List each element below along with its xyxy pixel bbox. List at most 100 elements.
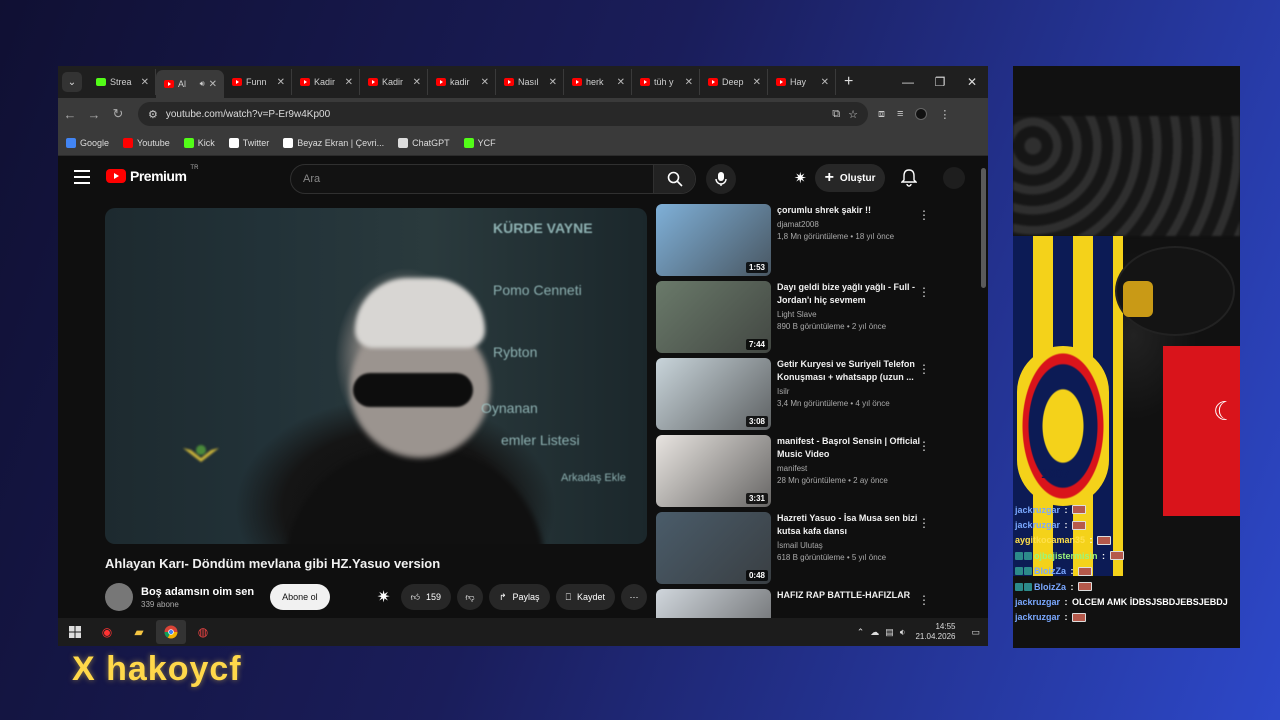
recommendation-thumbnail[interactable]: 7:44 [656, 281, 771, 353]
profile-avatar[interactable] [915, 108, 928, 120]
gear-icon[interactable]: ✷ [373, 587, 395, 607]
notifications-bell-icon[interactable] [901, 169, 918, 187]
dislike-button[interactable]: 👎︎ [457, 584, 483, 610]
chrome-icon[interactable] [156, 620, 186, 644]
new-tab-button[interactable]: + [844, 73, 853, 91]
recommendation-title[interactable]: Dayı geldi bize yağlı yağlı - Full - Jor… [777, 281, 927, 307]
recommendation-item[interactable]: 1:53 çorumlu shrek şakir !! djamat2008 1,8 … [656, 204, 972, 281]
browser-tab[interactable]: Al 🔊︎ ✕ [156, 70, 224, 98]
recommendation-channel[interactable]: İsmail Ulutaş [777, 541, 927, 550]
close-window-icon[interactable]: ✕ [956, 66, 988, 98]
recommendation-thumbnail[interactable]: 0:48 [656, 512, 771, 584]
recommendation-title[interactable]: manifest - Başrol Sensin | Official Musi… [777, 435, 927, 461]
browser-tab[interactable]: kadir ✕ [428, 69, 496, 95]
scrollbar-thumb[interactable] [981, 168, 986, 288]
gear-icon[interactable]: ✷ [794, 169, 807, 187]
save-button[interactable]: ⎕ Kaydet [555, 584, 615, 610]
account-avatar[interactable] [943, 167, 966, 189]
bookmark-item[interactable]: Beyaz Ekran | Çevri... [283, 137, 384, 148]
recommendation-channel[interactable]: manifest [777, 464, 927, 473]
windows-start-icon[interactable] [60, 620, 90, 644]
recommendation-title[interactable]: HAFIZ RAP BATTLE-HAFIZLAR [777, 589, 927, 602]
minimize-icon[interactable]: — [892, 66, 924, 98]
browser-tab[interactable]: Strea ✕ [88, 69, 156, 95]
browser-tab[interactable]: Kadir ✕ [292, 69, 360, 95]
tab-close-icon[interactable]: ✕ [617, 77, 625, 88]
more-vertical-icon[interactable]: ⋮ [918, 439, 930, 453]
search-input[interactable] [291, 165, 653, 193]
bookmark-star-icon[interactable]: ☆ [848, 108, 858, 121]
browser-tab[interactable]: Nasıl ✕ [496, 69, 564, 95]
channel-avatar[interactable] [105, 583, 133, 611]
channel-name[interactable]: Boş adamsın oim sen [141, 586, 254, 598]
like-button[interactable]: 👍︎ 159 [400, 584, 451, 610]
tab-close-icon[interactable]: ✕ [209, 79, 217, 90]
browser-tab[interactable]: herk ✕ [564, 69, 632, 95]
recommendation-channel[interactable]: djamat2008 [777, 220, 927, 229]
tab-close-icon[interactable]: ✕ [549, 77, 557, 88]
video-player[interactable]: KÜRDE VAYNE Pomo Cenneti Rybton Oynanan … [105, 208, 647, 544]
voice-search-button[interactable] [706, 164, 736, 194]
recommendation-item[interactable]: 3:08 Getir Kuryesi ve Suriyeli Telefon Ko… [656, 358, 972, 435]
cloud-icon[interactable]: ☁ [870, 627, 879, 638]
menu-icon[interactable]: ⋮ [939, 108, 950, 121]
reload-icon[interactable]: ↻ [106, 106, 130, 122]
media-icon[interactable]: ≡ [897, 108, 903, 120]
install-app-icon[interactable]: ⧉ [832, 108, 840, 121]
address-bar[interactable]: ⚙ youtube.com/watch?v=P-Er9w4Kp00 ⧉ ☆ [138, 102, 868, 126]
maximize-icon[interactable]: ❐ [924, 66, 956, 98]
more-vertical-icon[interactable]: ⋮ [918, 593, 930, 607]
tab-close-icon[interactable]: ✕ [277, 77, 285, 88]
recommendation-title[interactable]: Hazreti Yasuo - İsa Musa sen bizi kutsa … [777, 512, 927, 538]
browser-tab[interactable]: Deep ✕ [700, 69, 768, 95]
tab-close-icon[interactable]: ✕ [413, 77, 421, 88]
bookmark-item[interactable]: ChatGPT [398, 137, 450, 148]
browser-tab[interactable]: tüh y ✕ [632, 69, 700, 95]
create-button[interactable]: + Oluştur [814, 164, 886, 192]
extensions-icon[interactable]: ⧈ [878, 108, 885, 121]
forward-icon[interactable]: → [82, 107, 106, 122]
more-vertical-icon[interactable]: ⋮ [918, 208, 930, 222]
scrollbar[interactable] [980, 156, 986, 618]
browser-tab[interactable]: Kadir ✕ [360, 69, 428, 95]
bookmark-item[interactable]: Google [66, 137, 109, 148]
subscribe-button[interactable]: Abone ol [270, 584, 330, 610]
tab-close-icon[interactable]: ✕ [141, 77, 149, 88]
tab-close-icon[interactable]: ✕ [481, 77, 489, 88]
recommendation-title[interactable]: Getir Kuryesi ve Suriyeli Telefon Konuşm… [777, 358, 927, 384]
recommendation-item[interactable]: 0:48 Hazreti Yasuo - İsa Musa sen bizi ku… [656, 512, 972, 589]
browser-tab[interactable]: Hay ✕ [768, 69, 836, 95]
back-icon[interactable]: ← [58, 107, 82, 122]
tab-close-icon[interactable]: ✕ [821, 77, 829, 88]
tab-search-button[interactable]: ⌄ [62, 72, 82, 92]
bookmark-item[interactable]: Youtube [123, 137, 170, 148]
search-button[interactable] [653, 165, 695, 193]
volume-icon[interactable]: 🔉︎ [900, 627, 906, 638]
more-vertical-icon[interactable]: ⋮ [918, 285, 930, 299]
clock[interactable]: 14:55 21.04.2026 [915, 622, 955, 642]
recommendation-item[interactable]: 7:44 Dayı geldi bize yağlı yağlı - Full -… [656, 281, 972, 358]
more-vertical-icon[interactable]: ⋮ [918, 516, 930, 530]
share-button[interactable]: ↱ Paylaş [489, 584, 550, 610]
youtube-logo[interactable]: Premium TR [106, 165, 198, 184]
bookmark-item[interactable]: Twitter [228, 137, 269, 148]
recommendation-channel[interactable]: Isilr [777, 387, 927, 396]
bookmark-item[interactable]: Kick [183, 137, 215, 148]
more-actions-button[interactable]: ⋯ [621, 584, 647, 610]
network-icon[interactable]: ▤ [885, 627, 894, 638]
menu-hamburger-icon[interactable] [74, 170, 90, 184]
more-vertical-icon[interactable]: ⋮ [918, 362, 930, 376]
notification-center-icon[interactable]: ▭ [971, 627, 980, 638]
tab-close-icon[interactable]: ✕ [685, 77, 693, 88]
recommendation-thumbnail[interactable]: 3:08 [656, 358, 771, 430]
youtube-music-icon[interactable]: ◉ [92, 620, 122, 644]
bookmark-item[interactable]: YCF [463, 137, 496, 148]
recommendation-thumbnail[interactable]: 3:31 [656, 435, 771, 507]
recommendation-item[interactable]: 3:31 manifest - Başrol Sensin | Official … [656, 435, 972, 512]
recommendation-channel[interactable]: Light Slave [777, 310, 927, 319]
file-explorer-icon[interactable]: ▰ [124, 620, 154, 644]
recommendation-thumbnail[interactable]: 1:53 [656, 204, 771, 276]
site-info-icon[interactable]: ⚙ [148, 108, 158, 121]
recommendation-title[interactable]: çorumlu shrek şakir !! [777, 204, 927, 217]
chevron-up-icon[interactable]: ⌃ [857, 627, 865, 638]
